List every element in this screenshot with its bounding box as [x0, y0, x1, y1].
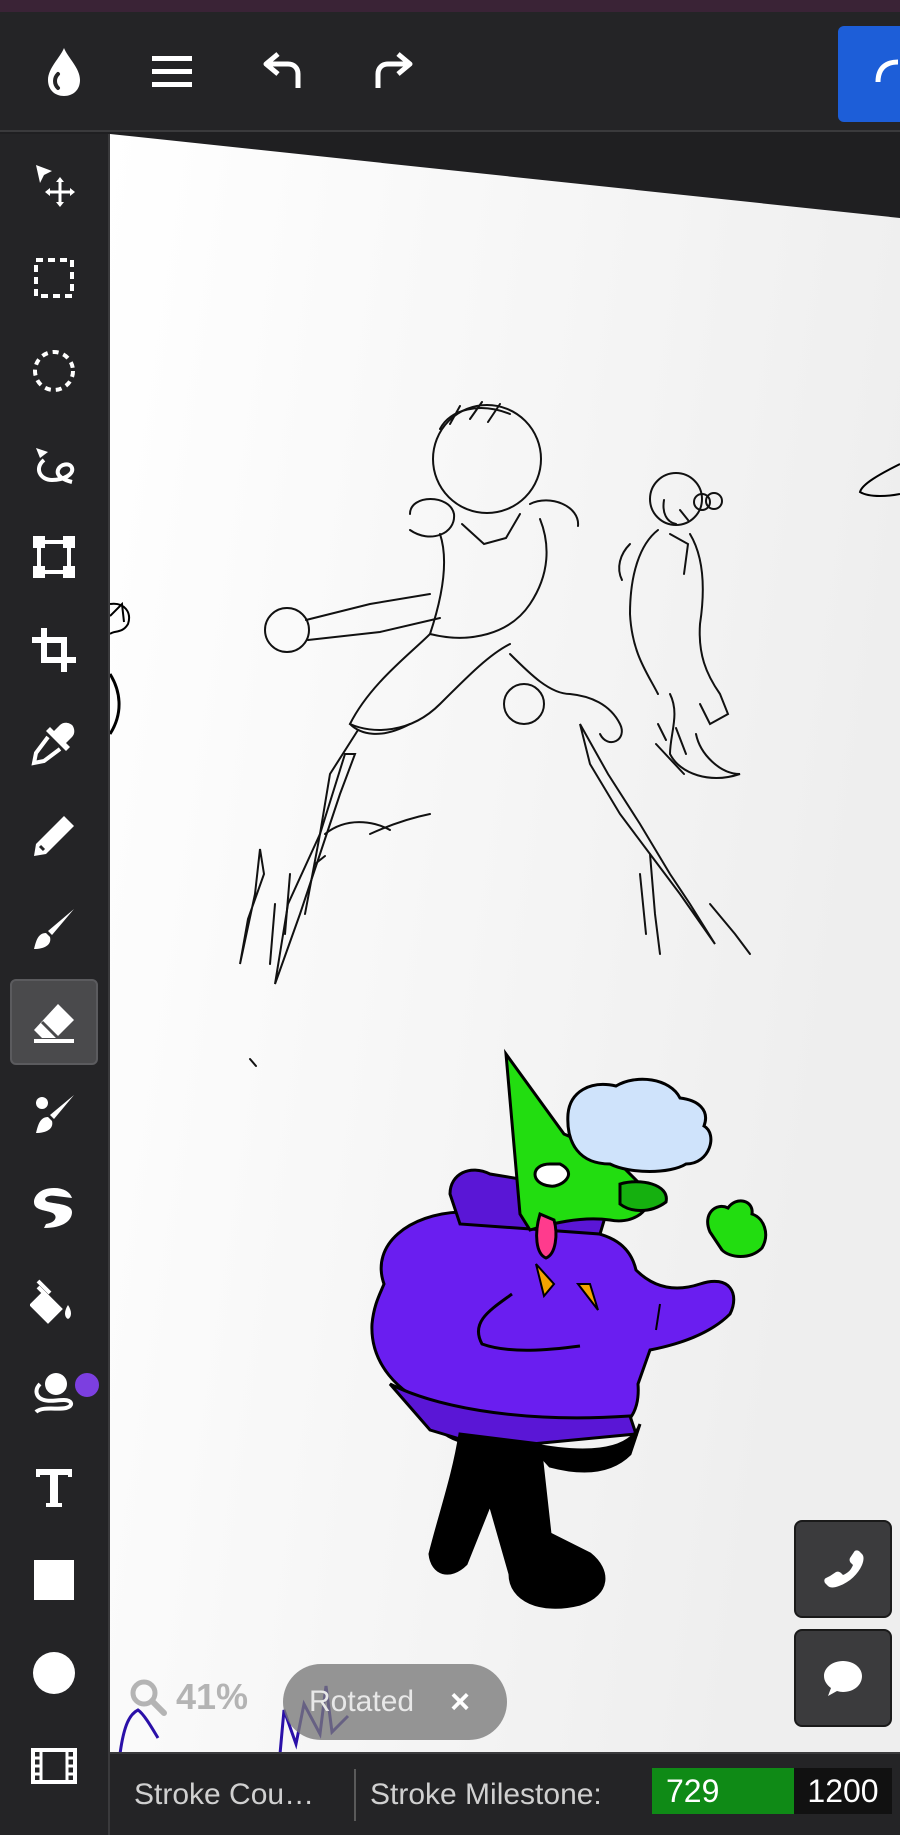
app-root: 41% Rotated × Stroke Cou… Stroke Milesto… [0, 0, 900, 1835]
lasso-icon [36, 448, 75, 484]
smudge-tool[interactable] [10, 1165, 98, 1251]
text-tool[interactable] [10, 1444, 98, 1530]
ellipse-icon [33, 1652, 75, 1694]
rectangle-icon [34, 1560, 74, 1600]
pencil-tool[interactable] [10, 793, 98, 879]
logo-drop-icon [48, 48, 80, 96]
milestone-target-value: 1200 [794, 1768, 892, 1814]
magnifier-icon [130, 1679, 167, 1716]
film-strip-icon [31, 1748, 77, 1784]
brush-tool[interactable] [10, 886, 98, 972]
smudge-icon [34, 1188, 72, 1228]
primary-action-icon [875, 59, 899, 83]
lasso-fill-tool[interactable] [10, 1351, 98, 1437]
paint-bucket-icon [30, 1279, 71, 1324]
chat-bubble-icon [824, 1661, 862, 1696]
eyedropper-tool[interactable] [10, 700, 98, 786]
stroke-milestone-label: Stroke Milestone: [370, 1777, 602, 1811]
stroke-count-label[interactable]: Stroke Cou… [110, 1778, 350, 1812]
hamburger-menu-icon[interactable] [132, 32, 212, 112]
pencil-icon [34, 816, 74, 856]
phone-icon [824, 1550, 864, 1588]
rect-select-icon [34, 258, 74, 298]
top-toolbar [0, 12, 900, 132]
app-logo-icon[interactable] [24, 32, 104, 112]
status-separator [354, 1768, 356, 1821]
redo-icon[interactable] [352, 32, 432, 112]
brush-icon [34, 909, 74, 949]
frames-tool[interactable] [10, 1723, 98, 1809]
undo-arrow-icon [263, 52, 301, 88]
blend-brush-icon [36, 1095, 74, 1133]
crop-tool[interactable] [10, 607, 98, 693]
redo-arrow-icon [375, 52, 413, 88]
transform-tool[interactable] [10, 514, 98, 600]
ellipse-select-tool[interactable] [10, 328, 98, 414]
eraser-tool[interactable] [10, 979, 98, 1065]
canvas-artwork [110, 134, 900, 1752]
ellipse-select-icon [33, 350, 75, 392]
rect-select-tool[interactable] [10, 235, 98, 321]
stroke-milestone-progress: 729 1200 [652, 1768, 892, 1814]
rotated-label: Rotated [309, 1685, 415, 1718]
primary-action-button[interactable] [838, 26, 900, 122]
move-icon [36, 165, 75, 207]
zoom-indicator[interactable]: 41% [128, 1676, 248, 1718]
chat-button[interactable] [794, 1629, 892, 1727]
crop-icon [32, 628, 76, 672]
status-bar: Stroke Cou… Stroke Milestone: 729 1200 [110, 1752, 900, 1835]
text-icon [36, 1469, 72, 1507]
call-button[interactable] [794, 1520, 892, 1618]
move-tool[interactable] [10, 142, 98, 228]
eyedropper-icon [31, 722, 75, 766]
reset-rotation-close-icon[interactable]: × [450, 1683, 470, 1722]
transform-icon [33, 536, 75, 578]
blend-brush-tool[interactable] [10, 1072, 98, 1158]
eraser-icon [34, 1004, 74, 1043]
lasso-fill-icon [34, 1373, 73, 1414]
menu-lines-icon [152, 56, 192, 87]
top-stripe [0, 0, 900, 12]
lasso-tool[interactable] [10, 421, 98, 507]
milestone-current-value: 729 [652, 1768, 794, 1814]
fill-tool[interactable] [10, 1258, 98, 1344]
rectangle-tool[interactable] [10, 1537, 98, 1623]
drawing-canvas[interactable]: 41% Rotated × [110, 134, 900, 1752]
undo-icon[interactable] [244, 32, 324, 112]
ellipse-tool[interactable] [10, 1630, 98, 1716]
zoom-level: 41% [176, 1676, 249, 1717]
rotated-indicator: Rotated × [283, 1664, 507, 1740]
tool-sidebar [0, 134, 110, 1835]
